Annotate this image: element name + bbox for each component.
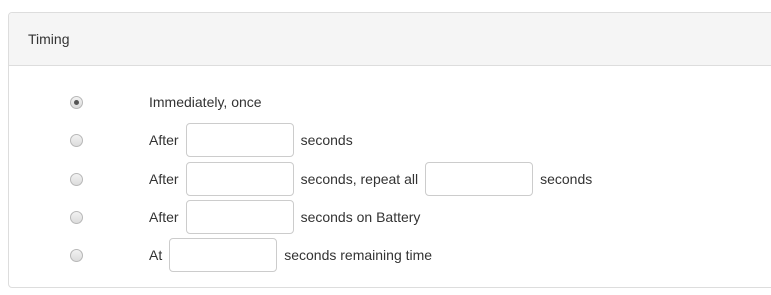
remaining-time-seconds-input[interactable]: [169, 238, 278, 272]
battery-after-seconds-input[interactable]: [185, 200, 294, 234]
label-after: After: [149, 171, 179, 187]
option-remaining-time: At seconds remaining time: [9, 238, 771, 272]
label-seconds: seconds: [300, 132, 353, 148]
label-seconds-remaining-time: seconds remaining time: [284, 247, 433, 263]
option-battery: After seconds on Battery: [9, 200, 771, 234]
radio-after[interactable]: [70, 133, 83, 147]
after-seconds-input[interactable]: [185, 123, 294, 157]
option-repeat: After seconds, repeat all seconds: [9, 162, 771, 196]
panel-title: Timing: [28, 31, 70, 47]
radio-repeat[interactable]: [70, 172, 83, 186]
label-immediately: Immediately, once: [149, 94, 262, 110]
timing-panel: Timing Immediately, once After seconds A…: [8, 12, 771, 288]
label-seconds: seconds: [540, 171, 593, 187]
label-seconds-on-battery: seconds on Battery: [300, 209, 421, 225]
option-after: After seconds: [9, 123, 771, 157]
repeat-after-seconds-input[interactable]: [185, 162, 294, 196]
panel-heading: Timing: [9, 13, 771, 66]
radio-battery[interactable]: [70, 210, 83, 224]
label-seconds-repeat-all: seconds, repeat all: [300, 171, 419, 187]
radio-remaining-time[interactable]: [70, 248, 83, 262]
label-at: At: [149, 247, 163, 263]
label-after: After: [149, 132, 179, 148]
radio-immediately[interactable]: [70, 95, 83, 109]
repeat-all-seconds-input[interactable]: [425, 162, 534, 196]
label-after: After: [149, 209, 179, 225]
option-immediately: Immediately, once: [9, 85, 771, 119]
